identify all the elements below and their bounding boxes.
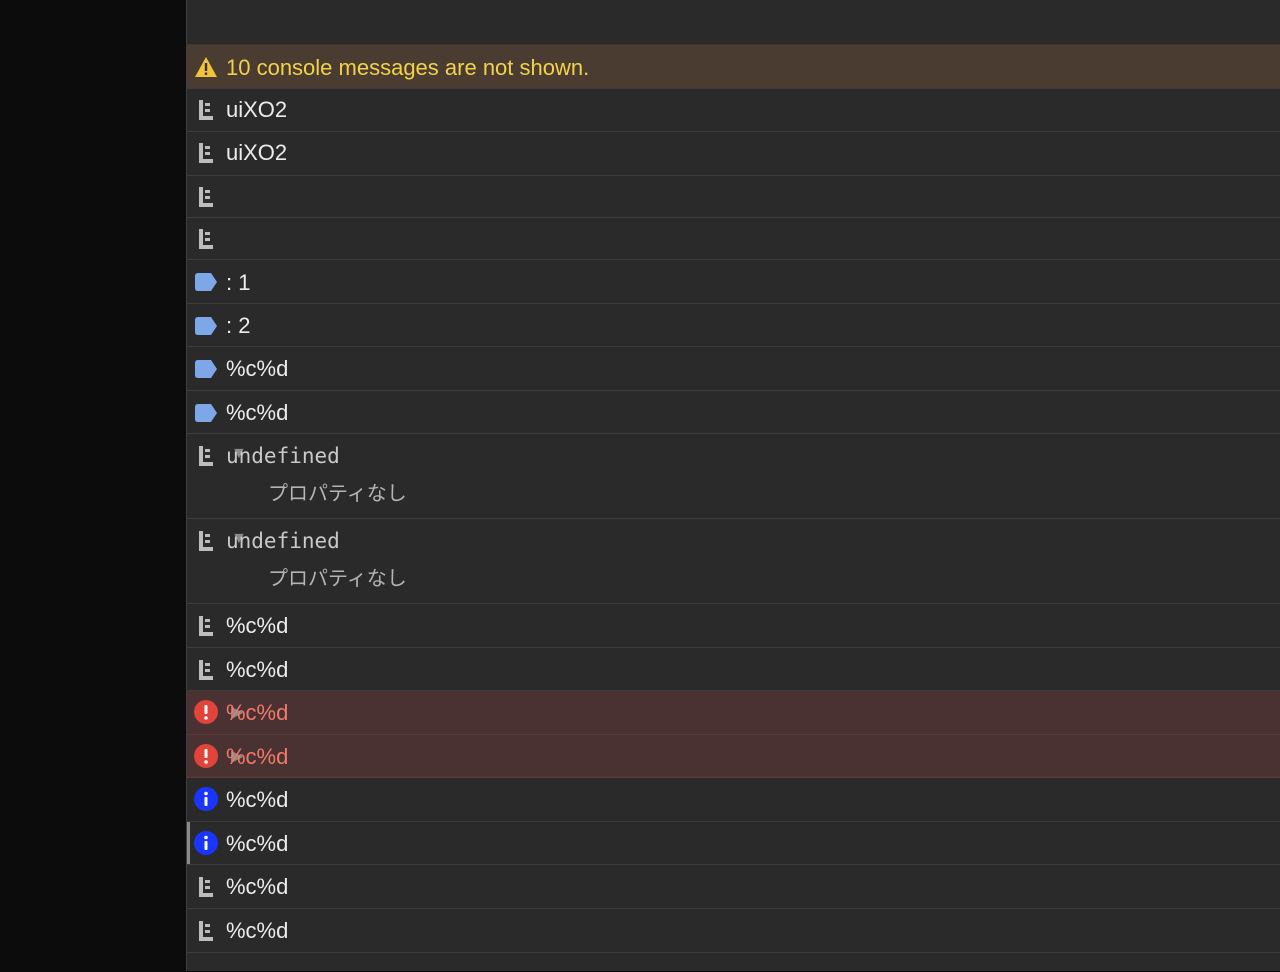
console-warning-row: 10 console messages are not shown. [187,45,1280,89]
log-icon [194,919,218,943]
console-error-row[interactable]: ▶ %c%d [187,735,1280,778]
console-log-row[interactable] [187,218,1280,260]
console-label-row[interactable]: : 2 [187,304,1280,347]
log-message: %c%d [226,874,289,899]
console-log-row[interactable]: %c%d [187,648,1280,691]
log-icon [194,227,218,251]
log-icon [194,141,218,165]
log-message: %c%d [226,657,289,682]
info-icon [194,831,218,855]
console-log-row[interactable]: %c%d [187,909,1280,953]
object-value: undefined [226,529,340,553]
console-log-row[interactable]: uiXO2 [187,132,1280,176]
log-message: uiXO2 [226,140,288,165]
log-icon [194,185,218,209]
log-message: %c%d [226,918,289,943]
log-message: %c%d [226,613,289,638]
console-object-row[interactable]: ▼ undefined プロパティなし [187,519,1280,604]
sidebar-pane [0,0,186,971]
console-label-row[interactable]: : 1 [187,260,1280,304]
console-label-row[interactable]: %c%d [187,347,1280,391]
error-icon [194,700,218,724]
console-object-row[interactable]: ▼ undefined プロパティなし [187,434,1280,519]
log-icon [194,875,218,899]
console-info-row[interactable]: %c%d [187,778,1280,822]
log-message: uiXO2 [226,97,288,122]
object-value: undefined [226,444,340,468]
object-properties-empty: プロパティなし [268,483,407,505]
console-log-row[interactable]: %c%d [187,865,1280,909]
object-properties-empty: プロパティなし [268,568,407,590]
console-log-row[interactable]: %c%d [187,604,1280,648]
label-tag-icon [194,270,218,294]
label-tag-icon [194,314,218,338]
log-icon [194,529,218,553]
warning-triangle-icon [194,55,218,79]
error-icon [194,744,218,768]
info-icon [194,787,218,811]
label-message: %c%d [226,400,289,425]
console-error-row[interactable]: ▶ %c%d [187,691,1280,735]
warning-message: 10 console messages are not shown. [226,55,590,80]
error-message: %c%d [226,700,289,725]
label-message: %c%d [226,356,289,381]
console-log-row[interactable]: uiXO2 [187,89,1280,132]
console-empty-area [187,953,1280,972]
log-icon [194,614,218,638]
log-icon [194,444,218,468]
log-icon [194,98,218,122]
error-message: %c%d [226,744,289,769]
console-log[interactable]: 10 console messages are not shown. uiXO2… [186,0,1280,971]
info-message: %c%d [226,787,289,812]
console-log-row[interactable] [187,176,1280,218]
label-message: : 2 [226,313,251,338]
console-info-row[interactable]: %c%d [187,822,1280,865]
log-icon [194,658,218,682]
console-label-row[interactable]: %c%d [187,391,1280,434]
label-tag-icon [194,401,218,425]
info-message: %c%d [226,831,289,856]
label-tag-icon [194,357,218,381]
label-message: : 1 [226,270,251,295]
console-toolbar [187,0,1280,45]
